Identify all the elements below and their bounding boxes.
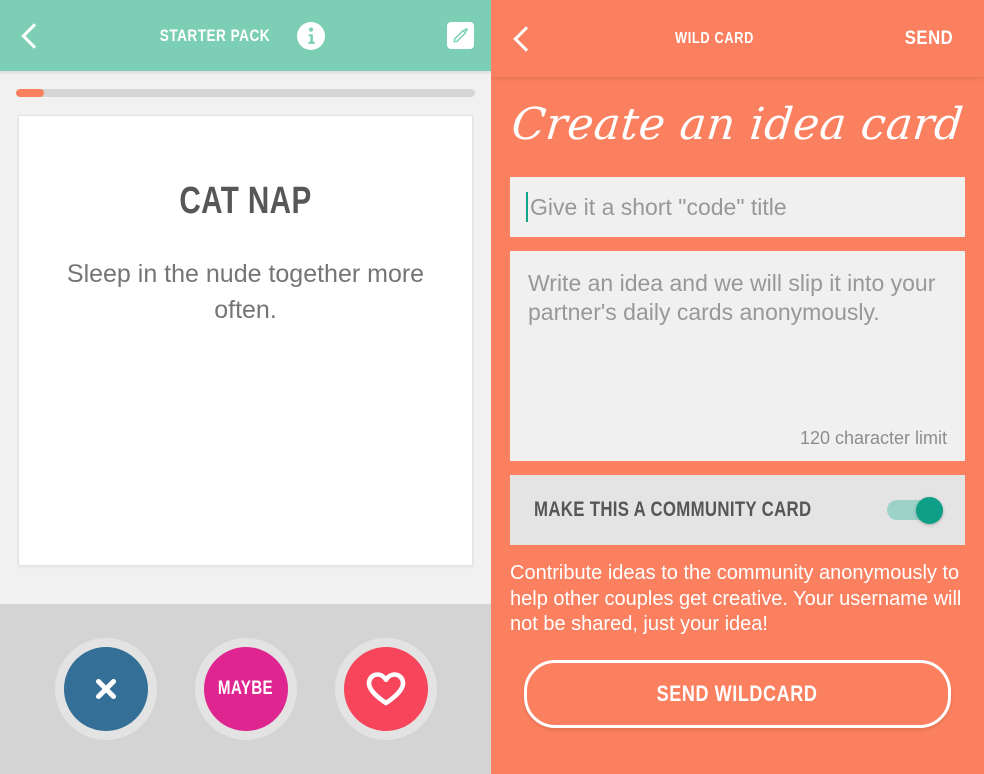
starter-pack-panel: STARTER PACK CAT NAP Sleep in the nude t… bbox=[0, 0, 491, 774]
contribution-note: Contribute ideas to the community anonym… bbox=[510, 562, 962, 636]
starter-pack-header: STARTER PACK bbox=[0, 0, 491, 71]
wild-card-header: WILD CARD SEND bbox=[491, 0, 984, 77]
pack-progress bbox=[0, 71, 491, 115]
send-wildcard-wrap: SEND WILDCARD bbox=[491, 659, 984, 728]
page-title: STARTER PACK bbox=[159, 25, 270, 45]
wild-card-panel: WILD CARD SEND Create an idea card Give … bbox=[491, 0, 984, 774]
nope-button[interactable] bbox=[54, 638, 157, 740]
card-body: Sleep in the nude together more often. bbox=[66, 260, 425, 325]
create-idea-heading: Create an idea card bbox=[509, 99, 966, 150]
progress-fill bbox=[16, 89, 44, 97]
send-button[interactable]: SEND bbox=[881, 28, 978, 50]
card-actions: MAYBE bbox=[0, 604, 491, 774]
back-button-wildcard[interactable] bbox=[491, 0, 555, 77]
card-title: CAT NAP bbox=[179, 180, 312, 222]
edit-pack-button[interactable] bbox=[429, 0, 491, 71]
like-button[interactable] bbox=[334, 638, 437, 740]
progress-track bbox=[16, 89, 475, 97]
chevron-left-icon bbox=[512, 25, 539, 52]
idea-card[interactable]: CAT NAP Sleep in the nude together more … bbox=[18, 115, 473, 566]
community-card-row[interactable]: MAKE THIS A COMMUNITY CARD bbox=[510, 475, 965, 545]
community-card-label: MAKE THIS A COMMUNITY CARD bbox=[534, 498, 812, 521]
character-limit-note: 120 character limit bbox=[799, 428, 947, 448]
send-wildcard-button[interactable]: SEND WILDCARD bbox=[524, 659, 951, 728]
code-title-placeholder: Give it a short "code" title bbox=[530, 193, 787, 220]
heart-outline-icon bbox=[366, 672, 405, 706]
maybe-button[interactable]: MAYBE bbox=[194, 638, 297, 740]
pencil-edit-icon bbox=[446, 22, 474, 49]
idea-placeholder: Write an idea and we will slip it into y… bbox=[528, 270, 936, 326]
wild-card-title: WILD CARD bbox=[675, 29, 754, 47]
split-screen-container: STARTER PACK CAT NAP Sleep in the nude t… bbox=[0, 0, 984, 774]
send-wildcard-label: SEND WILDCARD bbox=[657, 680, 818, 706]
info-icon[interactable] bbox=[297, 21, 326, 50]
text-cursor bbox=[526, 192, 528, 222]
maybe-label: MAYBE bbox=[217, 678, 274, 699]
idea-textarea[interactable]: Write an idea and we will slip it into y… bbox=[510, 251, 965, 461]
code-title-input[interactable]: Give it a short "code" title bbox=[510, 177, 965, 237]
card-area: CAT NAP Sleep in the nude together more … bbox=[0, 115, 491, 604]
community-card-toggle[interactable] bbox=[887, 497, 943, 524]
close-x-icon bbox=[95, 679, 116, 699]
header-title-group: STARTER PACK bbox=[42, 21, 429, 50]
toggle-knob bbox=[916, 497, 943, 524]
wild-card-form: Give it a short "code" title Write an id… bbox=[491, 177, 984, 545]
